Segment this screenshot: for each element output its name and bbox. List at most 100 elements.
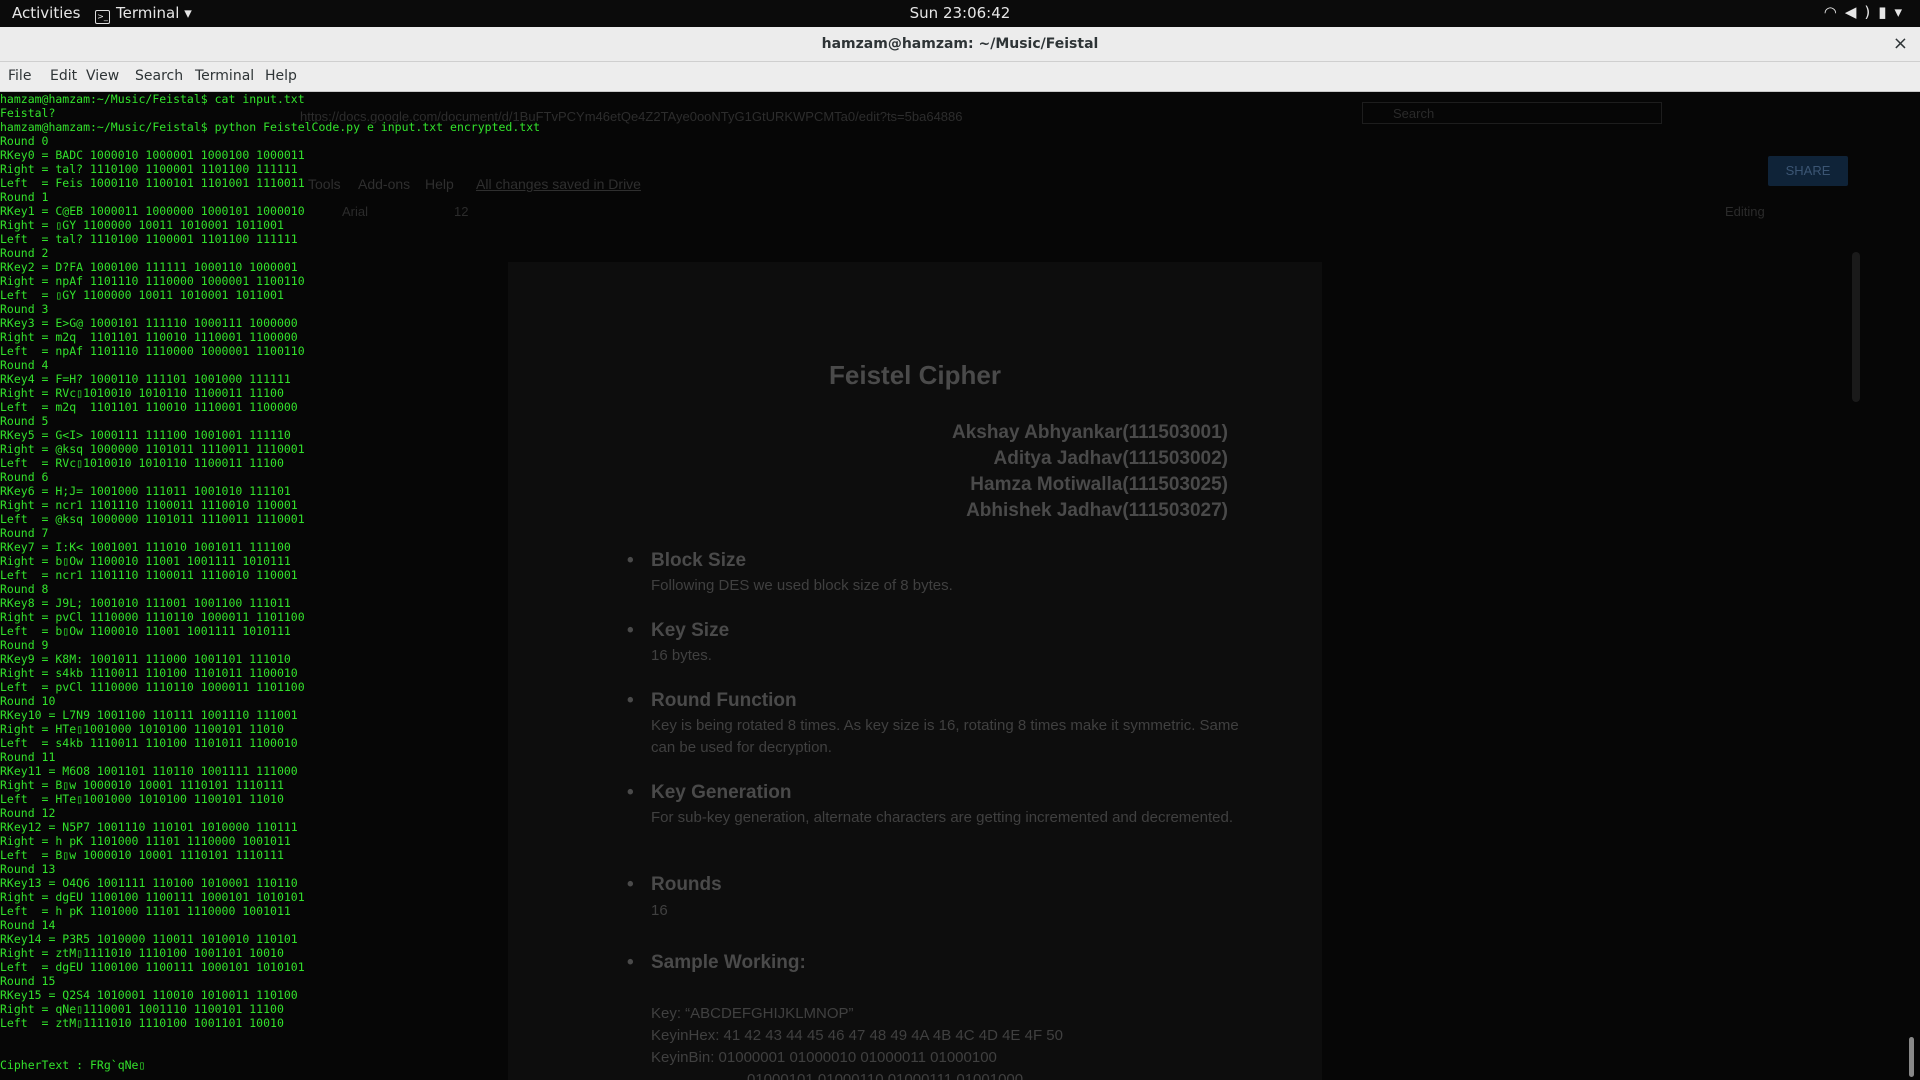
close-icon[interactable]: × [1893, 33, 1908, 54]
ghost-body: Following DES we used block size of 8 by… [651, 577, 953, 594]
terminal-line: Round 3 [0, 302, 49, 316]
ghost-heading: Key Generation [627, 782, 792, 804]
ghost-author: Aditya Jadhav(111503002) [993, 448, 1229, 469]
gnome-top-bar: Activities >_ Terminal ▾ Sun 23:06:42 ◠◀)… [0, 0, 1920, 27]
battery-icon: ▮ [1878, 3, 1895, 21]
terminal-line: Round 8 [0, 582, 49, 596]
system-tray[interactable]: ◠◀)▮▾ [1824, 3, 1910, 21]
terminal-line: Round 7 [0, 526, 49, 540]
terminal-line: Round 10 [0, 694, 56, 708]
terminal-line: hamzam@hamzam:~/Music/Feistal$ python Fe… [0, 120, 541, 134]
terminal-line: RKey9 = K8M: 1001011 111000 1001101 1110… [0, 652, 291, 666]
terminal-line: Right = npAf 1101110 1110000 1000001 110… [0, 274, 305, 288]
terminal-line: Right = s4kb 1110011 110100 1101011 1100… [0, 666, 298, 680]
terminal-line: Right = h pK 1101000 11101 1110000 10010… [0, 834, 291, 848]
terminal-line: Round 11 [0, 750, 56, 764]
terminal-line: RKey7 = I:K< 1001001 111010 1001011 1111… [0, 540, 291, 554]
menu-bar: File Edit View Search Terminal Help [0, 62, 1920, 92]
volume-icon: ◀) [1844, 3, 1879, 21]
terminal-line: RKey15 = Q2S4 1010001 110010 1010011 110… [0, 988, 298, 1002]
terminal-line: Left = tal? 1110100 1100001 1101100 1111… [0, 232, 298, 246]
terminal-line: Round 9 [0, 638, 49, 652]
ciphertext-line: CipherText : FRg`qNe▯ [0, 1058, 146, 1072]
ghost-body: 16 [651, 902, 668, 919]
terminal-line: Round 2 [0, 246, 49, 260]
ghost-heading: Block Size [627, 550, 746, 572]
ghost-body: 16 bytes. [651, 647, 712, 664]
terminal-line: Round 4 [0, 358, 49, 372]
terminal-line: Round 13 [0, 862, 56, 876]
terminal-line: Round 15 [0, 974, 56, 988]
terminal-line: RKey8 = J9L; 1001010 111001 1001100 1110… [0, 596, 291, 610]
terminal-line: RKey12 = N5P7 1001110 110101 1010000 110… [0, 820, 298, 834]
terminal-output: hamzam@hamzam:~/Music/Feistal$ cat input… [0, 92, 540, 1030]
terminal-view[interactable]: https://docs.google.com/document/d/1BuFT… [0, 92, 1920, 1080]
ghost-heading: Round Function [627, 690, 797, 712]
ghost-sample-key: Key: “ABCDEFGHIJKLMNOP” [651, 1005, 854, 1022]
ghost-author: Hamza Motiwalla(111503025) [970, 474, 1228, 495]
menu-search[interactable]: Search [135, 68, 183, 84]
terminal-line: Right = RVc▯1010010 1010110 1100011 1110… [0, 386, 284, 400]
chevron-down-icon: ▾ [184, 4, 192, 22]
terminal-line: Right = tal? 1110100 1100001 1101100 111… [0, 162, 298, 176]
terminal-line: Left = B▯w 1000010 10001 1110101 1110111 [0, 848, 284, 862]
ghost-search: Search [1362, 102, 1662, 124]
ghost-heading: Sample Working: [627, 952, 806, 974]
ghost-share: SHARE [1768, 156, 1848, 186]
menu-edit[interactable]: Edit [50, 68, 77, 84]
activities-button[interactable]: Activities [12, 4, 80, 22]
ghost-heading: Rounds [627, 874, 722, 896]
terminal-line: RKey14 = P3R5 1010000 110011 1010010 110… [0, 932, 298, 946]
terminal-line: Left = @ksq 1000000 1101011 1110011 1110… [0, 512, 305, 526]
ghost-sample-bin2: 01000101 01000110 01000111 01001000 [747, 1071, 1024, 1080]
terminal-line: RKey6 = H;J= 1001000 111011 1001010 1111… [0, 484, 291, 498]
menu-view[interactable]: View [86, 68, 119, 84]
ghost-body: Key is being rotated 8 times. As key siz… [651, 717, 1239, 756]
terminal-scrollbar[interactable] [1909, 1037, 1914, 1077]
terminal-line: Left = ztM▯1111010 1110100 1001101 10010 [0, 1016, 284, 1030]
terminal-line: RKey0 = BADC 1000010 1000001 1000100 100… [0, 148, 305, 162]
terminal-line: Right = pvCl 1110000 1110110 1000011 110… [0, 610, 305, 624]
terminal-line: Right = m2q 1101101 110010 1110001 11000… [0, 330, 298, 344]
ghost-editing: Editing [1725, 204, 1765, 219]
terminal-line: RKey5 = G<I> 1000111 111100 1001001 1111… [0, 428, 291, 442]
terminal-line: Right = ▯GY 1100000 10011 1010001 101100… [0, 218, 284, 232]
chevron-down-icon: ▾ [1894, 3, 1910, 21]
clock[interactable]: Sun 23:06:42 [0, 4, 1920, 22]
terminal-line: Left = m2q 1101101 110010 1110001 110000… [0, 400, 298, 414]
terminal-line: Right = HTe▯1001000 1010100 1100101 1101… [0, 722, 284, 736]
ghost-author: Akshay Abhyankar(111503001) [951, 422, 1228, 443]
window-title-bar[interactable]: hamzam@hamzam: ~/Music/Feistal × [0, 27, 1920, 62]
app-menu-label: Terminal [116, 4, 180, 22]
ghost-scrollbar [1852, 252, 1860, 402]
menu-terminal[interactable]: Terminal [195, 68, 254, 84]
terminal-line: RKey4 = F=H? 1000110 111101 1001000 1111… [0, 372, 291, 386]
window-title: hamzam@hamzam: ~/Music/Feistal [821, 36, 1099, 52]
terminal-line: RKey3 = E>G@ 1000101 111110 1000111 1000… [0, 316, 298, 330]
terminal-line: Left = s4kb 1110011 110100 1101011 11000… [0, 736, 298, 750]
terminal-line: Left = b▯Ow 1100010 11001 1001111 101011… [0, 624, 291, 638]
terminal-line: Right = B▯w 1000010 10001 1110101 111011… [0, 778, 284, 792]
terminal-line: Round 0 [0, 134, 49, 148]
terminal-line: Round 14 [0, 918, 56, 932]
ghost-author: Abhishek Jadhav(111503027) [966, 500, 1228, 521]
terminal-line: Left = Feis 1000110 1100101 1101001 1110… [0, 176, 305, 190]
menu-file[interactable]: File [8, 68, 31, 84]
menu-help[interactable]: Help [265, 68, 297, 84]
terminal-line: Left = npAf 1101110 1110000 1000001 1100… [0, 344, 305, 358]
ghost-sample-bin: KeyinBin: 01000001 01000010 01000011 010… [651, 1049, 997, 1066]
terminal-line: Right = ncr1 1101110 1100011 1110010 110… [0, 498, 298, 512]
app-menu-button[interactable]: >_ Terminal ▾ [95, 4, 192, 24]
terminal-line: RKey1 = C@EB 1000011 1000000 1000101 100… [0, 204, 305, 218]
ghost-heading: Key Size [627, 620, 729, 642]
ghost-body: For sub-key generation, alternate charac… [651, 809, 1233, 826]
terminal-line: Left = ▯GY 1100000 10011 1010001 1011001 [0, 288, 284, 302]
terminal-line: Right = dgEU 1100100 1100111 1000101 101… [0, 890, 305, 904]
terminal-line: Round 5 [0, 414, 49, 428]
terminal-line: Right = qNe▯1110001 1001110 1100101 1110… [0, 1002, 284, 1016]
terminal-line: Round 12 [0, 806, 56, 820]
terminal-line: Left = h pK 1101000 11101 1110000 100101… [0, 904, 291, 918]
terminal-line: Left = RVc▯1010010 1010110 1100011 11100 [0, 456, 284, 470]
wifi-icon: ◠ [1823, 3, 1845, 21]
terminal-line: RKey11 = M6O8 1001101 110110 1001111 111… [0, 764, 298, 778]
